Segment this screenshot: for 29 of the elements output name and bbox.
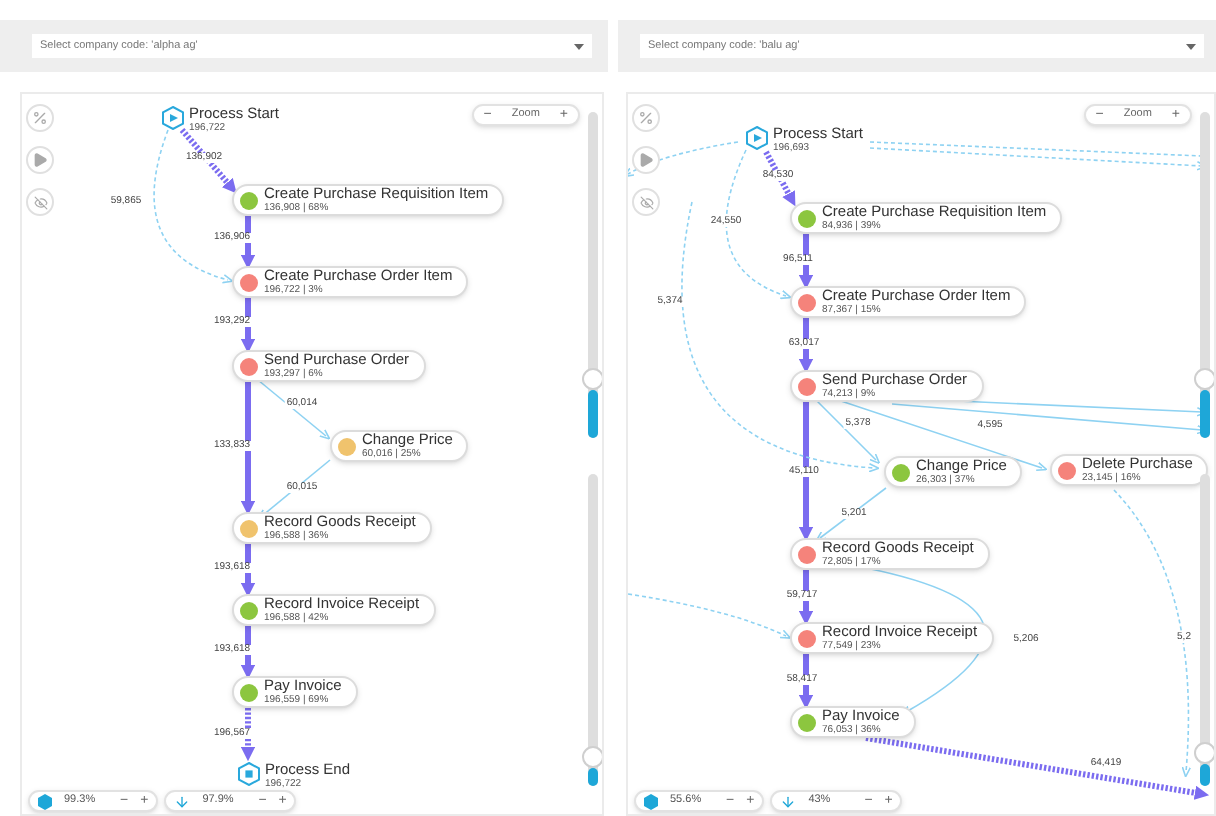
play-icon [638, 152, 654, 168]
process-start-icon [745, 126, 767, 150]
slider-track[interactable] [588, 112, 598, 438]
hexagon-icon [38, 793, 52, 809]
slider-track[interactable] [1200, 474, 1210, 786]
percent-button[interactable] [632, 104, 660, 132]
slider-thumb[interactable] [582, 746, 602, 768]
eye-off-icon [33, 195, 47, 209]
hide-button[interactable] [26, 188, 54, 216]
slider-thumb[interactable] [1194, 742, 1214, 764]
play-icon [32, 152, 48, 168]
arrow-down-icon [174, 793, 191, 809]
slider-track[interactable] [588, 474, 598, 786]
slider-thumb[interactable] [582, 368, 602, 390]
dropdown-caret-icon [574, 43, 584, 49]
percent-icon [32, 110, 48, 126]
hexagon-icon [644, 793, 658, 809]
dropdown-caret-icon [1186, 43, 1196, 49]
hide-button[interactable] [632, 188, 660, 216]
play-button[interactable] [632, 146, 660, 174]
slider-thumb[interactable] [1194, 368, 1214, 390]
percent-button[interactable] [26, 104, 54, 132]
process-start-icon [161, 106, 183, 130]
play-button[interactable] [26, 146, 54, 174]
percent-icon [638, 110, 654, 126]
slider-track[interactable] [1200, 112, 1210, 438]
eye-off-icon [639, 195, 653, 209]
arrow-down-icon [780, 793, 797, 809]
process-end-icon [237, 762, 259, 786]
